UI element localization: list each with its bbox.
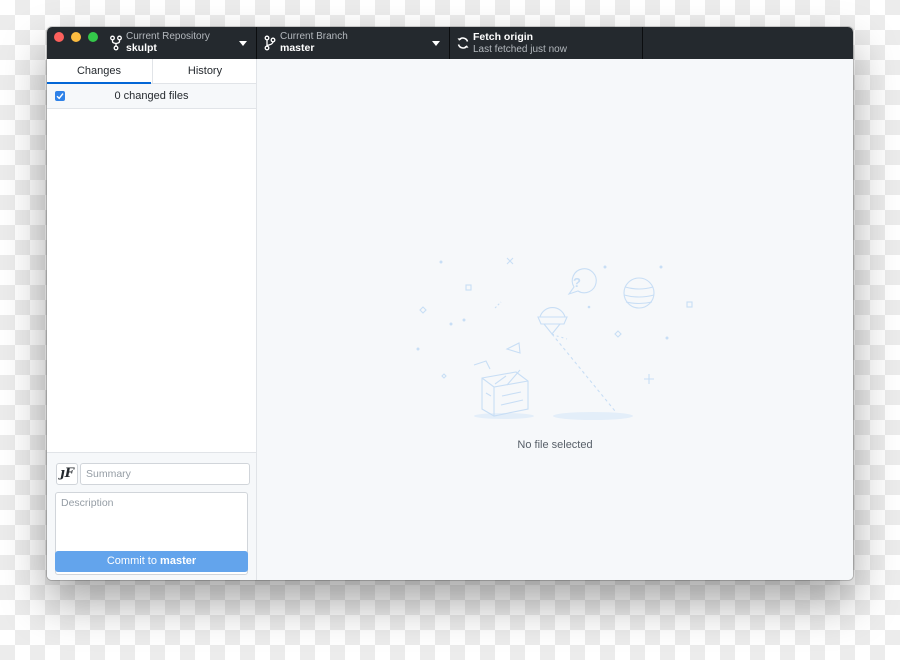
minimize-window-button[interactable]: [71, 32, 81, 42]
fetch-subtitle: Last fetched just now: [473, 44, 567, 55]
close-window-button[interactable]: [54, 32, 64, 42]
sync-icon: [457, 37, 469, 49]
chevron-down-icon: [432, 41, 440, 46]
git-branch-icon: [264, 35, 276, 51]
repository-name: skulpt: [126, 42, 157, 54]
changed-files-header: 0 changed files: [47, 84, 256, 109]
tab-history[interactable]: History: [152, 59, 257, 83]
repository-label: Current Repository: [126, 31, 210, 42]
app-window: Current Repository skulpt Current Branch…: [47, 27, 853, 580]
titlebar: Current Repository skulpt Current Branch…: [47, 27, 853, 59]
branch-name: master: [280, 42, 315, 54]
tab-changes[interactable]: Changes: [47, 59, 151, 84]
sidebar-tabs: Changes History: [47, 59, 256, 84]
branch-selector[interactable]: Current Branch master: [257, 27, 450, 59]
fetch-title: Fetch origin: [473, 31, 534, 43]
svg-text:?: ?: [573, 275, 581, 290]
sidebar: Changes History 0 changed files ȷF: [47, 59, 257, 580]
no-file-illustration: ?: [416, 257, 693, 420]
avatar: ȷF: [56, 463, 78, 485]
repository-selector[interactable]: Current Repository skulpt: [103, 27, 257, 59]
commit-button-branch: master: [160, 555, 197, 567]
repo-fork-icon: [110, 35, 122, 51]
summary-input[interactable]: [80, 463, 250, 485]
chevron-down-icon: [239, 41, 247, 46]
fetch-origin-button[interactable]: Fetch origin Last fetched just now: [450, 27, 643, 59]
main-panel: ? No file selected: [257, 59, 853, 580]
commit-button[interactable]: Commit to master: [55, 551, 248, 572]
branch-label: Current Branch: [280, 31, 348, 42]
changed-files-count: 0 changed files: [114, 90, 189, 102]
zoom-window-button[interactable]: [88, 32, 98, 42]
commit-button-prefix: Commit to: [106, 555, 161, 567]
empty-state-label: No file selected: [517, 439, 593, 451]
